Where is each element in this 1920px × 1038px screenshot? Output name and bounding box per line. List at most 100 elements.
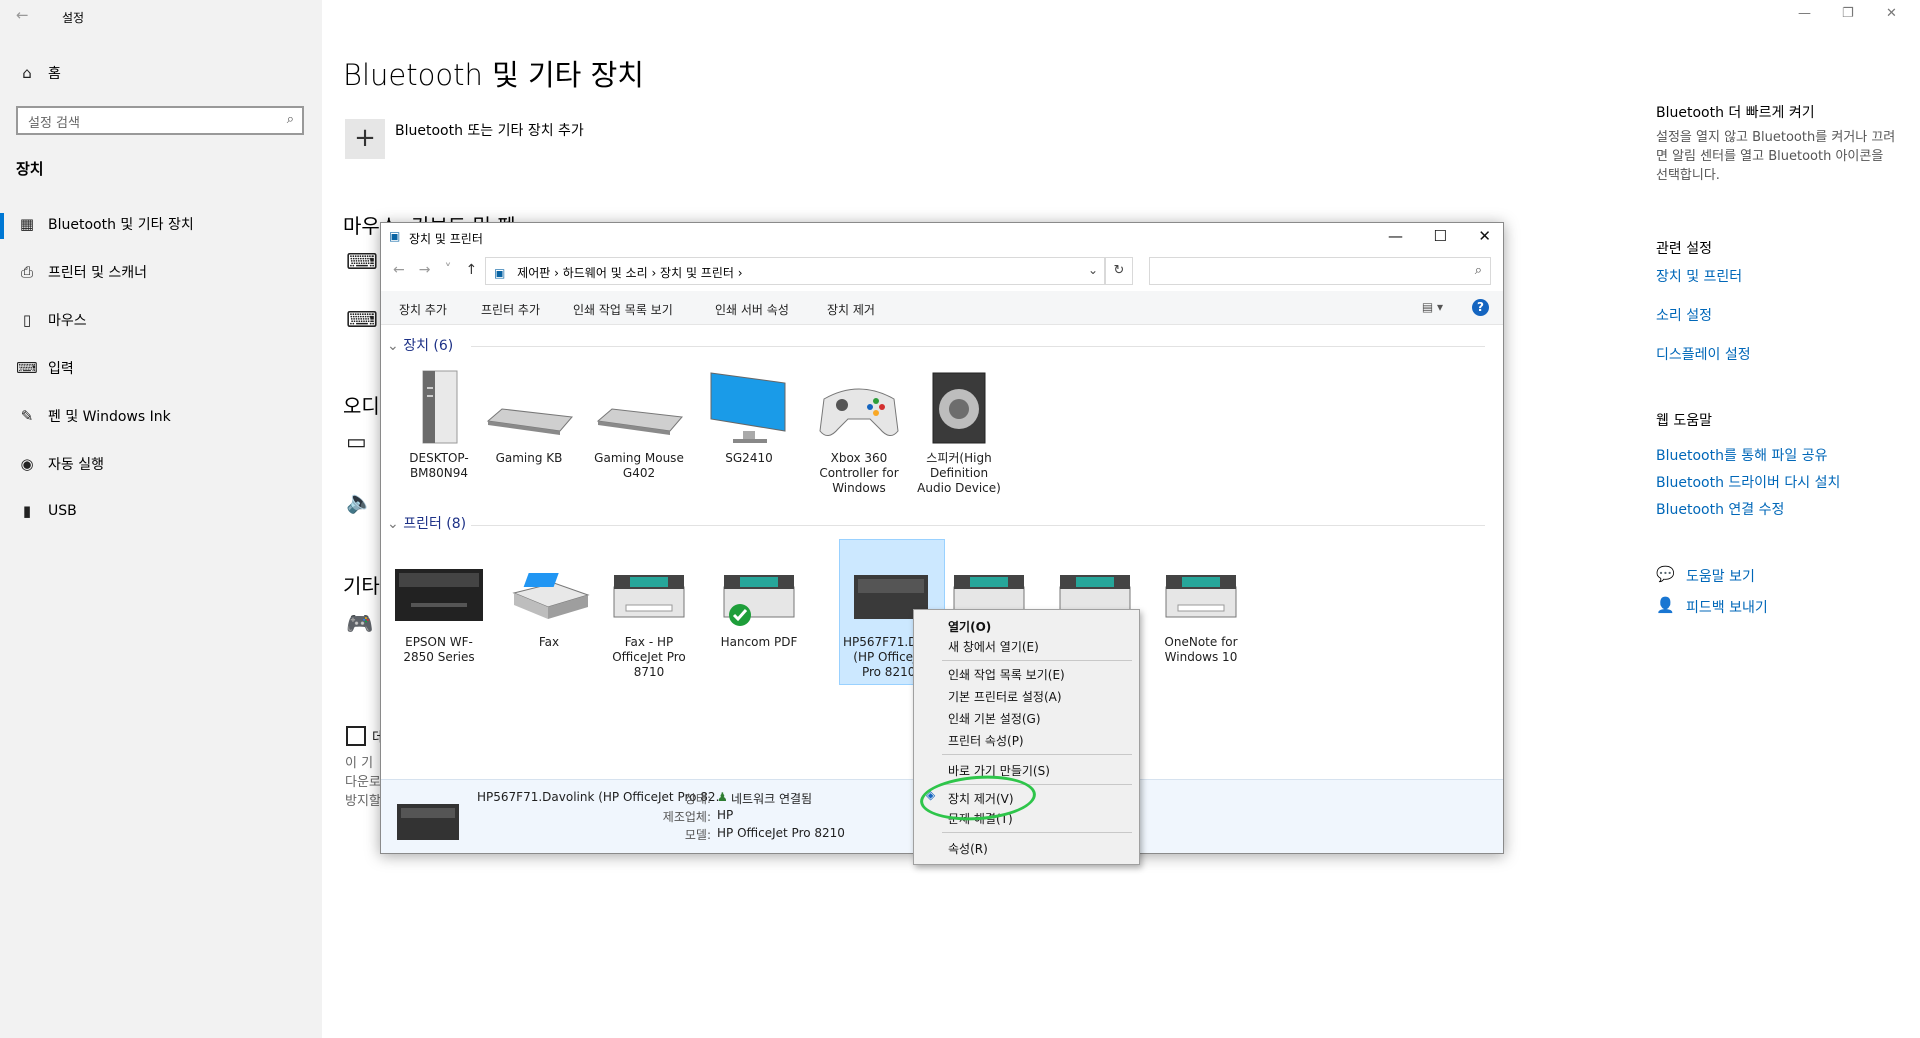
minimize-icon[interactable]: — [1798, 6, 1811, 21]
context-menu: 열기(O) 새 창에서 열기(E) 인쇄 작업 목록 보기(E) 기본 프린터로… [913, 609, 1140, 865]
sidebar-item-label: USB [48, 503, 77, 519]
sidebar-item-label: 마우스 [48, 313, 87, 329]
printer-onenote[interactable]: OneNote for Windows 10 [1153, 553, 1249, 665]
menu-set-default[interactable]: 기본 프린터로 설정(A) [948, 688, 1062, 705]
group-devices-label: 장치 (6) [403, 338, 454, 354]
printer-fax-hp[interactable]: Fax - HP OfficeJet Pro 8710 [601, 553, 697, 680]
sidebar-item-label: 자동 실행 [48, 457, 104, 473]
device-speaker[interactable]: 스피커(High Definition Audio Device) [911, 369, 1007, 496]
group-printers-label: 프린터 (8) [403, 516, 467, 532]
link-reinstall-driver[interactable]: Bluetooth 드라이버 다시 설치 [1656, 472, 1840, 492]
group-divider [471, 525, 1485, 526]
view-options-icon[interactable]: ▤ ▾ [1422, 300, 1443, 314]
quick-bluetooth-desc: 설정을 열지 않고 Bluetooth를 켜거나 끄려면 알림 센터를 열고 B… [1656, 130, 1896, 183]
device-gaming-mouse[interactable]: Gaming Mouse G402 [591, 369, 687, 481]
cmd-remove-device[interactable]: 장치 제거 [827, 301, 875, 318]
section-audio: 오디 [343, 394, 380, 418]
sidebar-item-usb[interactable]: ▮ USB [16, 502, 77, 520]
device-label: DESKTOP-BM80N94 [409, 451, 469, 480]
keyboard-icon: ⌨ [16, 359, 38, 377]
printer-epson[interactable]: EPSON WF-2850 Series [391, 553, 487, 665]
printer-fax[interactable]: Fax [501, 553, 597, 650]
device-desktop[interactable]: DESKTOP-BM80N94 [391, 369, 487, 481]
monitor-icon: ▭ [346, 430, 367, 455]
printer-hancom-pdf[interactable]: Hancom PDF [711, 553, 807, 650]
device-label: Gaming Mouse G402 [594, 451, 684, 480]
link-devices-printers[interactable]: 장치 및 프린터 [1656, 266, 1742, 286]
printer-label: Hancom PDF [720, 635, 798, 649]
printer-icon [1165, 575, 1237, 618]
monitor-icon [710, 372, 786, 443]
devices-printers-icon: ▣ [494, 266, 506, 280]
search-icon: ⌕ [1474, 263, 1482, 278]
printer-icon [395, 569, 483, 621]
sidebar-item-label: 펜 및 Windows Ink [48, 409, 171, 425]
link-fix-connection[interactable]: Bluetooth 연결 수정 [1656, 499, 1784, 519]
refresh-button[interactable]: ↻ [1105, 257, 1133, 285]
settings-search-input[interactable]: 설정 검색 ⌕ [16, 106, 304, 135]
add-device-label[interactable]: Bluetooth 또는 기타 장치 추가 [395, 120, 584, 140]
printer-label: Fax [538, 635, 560, 649]
web-help-title: 웹 도움말 [1656, 413, 1712, 429]
help-icon[interactable]: ? [1472, 299, 1489, 316]
device-xbox-controller[interactable]: Xbox 360 Controller for Windows [811, 369, 907, 496]
menu-printing-prefs[interactable]: 인쇄 기본 설정(G) [948, 710, 1041, 727]
minimize-icon[interactable]: — [1388, 227, 1403, 245]
group-devices[interactable]: ⌄ 장치 (6) [387, 335, 453, 355]
maximize-icon[interactable]: ☐ [1434, 227, 1447, 245]
sidebar-item-input[interactable]: ⌨ 입력 [16, 358, 74, 378]
menu-open[interactable]: 열기(O) [948, 618, 991, 635]
keyboard-icon [596, 408, 683, 435]
close-icon[interactable]: ✕ [1886, 6, 1897, 21]
menu-printer-props[interactable]: 프린터 속성(P) [948, 732, 1024, 749]
nav-back-forward-icon[interactable]: ←→˅↑ [393, 262, 491, 278]
sidebar-item-mouse[interactable]: ▯ 마우스 [16, 310, 87, 330]
address-bar[interactable]: ▣ 제어판 › 하드웨어 및 소리 › 장치 및 프린터 › ⌄ [485, 257, 1105, 285]
sidebar-item-bluetooth[interactable]: ▦ Bluetooth 및 기타 장치 [16, 214, 194, 234]
related-settings-title: 관련 설정 [1656, 241, 1712, 257]
section-other: 기타 [343, 574, 380, 598]
search-icon: ⌕ [286, 112, 294, 127]
back-arrow-icon[interactable]: ← [16, 6, 29, 24]
bluetooth-devices-icon: ▦ [19, 215, 35, 233]
sidebar-item-printers[interactable]: ⎙ 프린터 및 스캐너 [16, 262, 147, 282]
menu-properties[interactable]: 속성(R) [948, 840, 988, 857]
dp-search-input[interactable]: ⌕ [1149, 257, 1491, 285]
menu-separator [942, 660, 1132, 661]
details-maker-value: HP [717, 808, 734, 822]
menu-separator [942, 832, 1132, 833]
autoplay-icon: ◉ [20, 455, 34, 473]
metered-download-checkbox[interactable] [346, 726, 366, 746]
quick-bluetooth-title: Bluetooth 더 빠르게 켜기 [1656, 105, 1815, 121]
printer-icon [613, 575, 685, 618]
chevron-down-icon: ⌄ [387, 516, 399, 532]
device-gaming-kb[interactable]: Gaming KB [481, 369, 577, 466]
home-icon: ⌂ [22, 64, 32, 82]
close-icon[interactable]: ✕ [1478, 227, 1491, 245]
nav-home[interactable]: ⌂ 홈 [16, 63, 61, 83]
breadcrumb: 제어판 › 하드웨어 및 소리 › 장치 및 프린터 › [517, 266, 743, 280]
add-device-button[interactable]: + [345, 119, 385, 159]
keyboard-icon: ⌨ [346, 250, 378, 275]
link-display-settings[interactable]: 디스플레이 설정 [1656, 344, 1751, 364]
link-sound-settings[interactable]: 소리 설정 [1656, 305, 1712, 325]
link-share-files[interactable]: Bluetooth를 통해 파일 공유 [1656, 445, 1827, 465]
chevron-down-icon[interactable]: ⌄ [1088, 263, 1098, 277]
device-label: Xbox 360 Controller for Windows [819, 451, 899, 495]
menu-open-new-window[interactable]: 새 창에서 열기(E) [948, 638, 1039, 655]
cmd-print-server[interactable]: 인쇄 서버 속성 [715, 301, 789, 318]
cmd-add-device[interactable]: 장치 추가 [399, 301, 447, 318]
link-get-help[interactable]: 도움말 보기 [1686, 566, 1755, 586]
cmd-view-jobs[interactable]: 인쇄 작업 목록 보기 [573, 301, 673, 318]
group-printers[interactable]: ⌄ 프린터 (8) [387, 513, 466, 533]
cmd-add-printer[interactable]: 프린터 추가 [481, 301, 540, 318]
menu-view-jobs[interactable]: 인쇄 작업 목록 보기(E) [948, 666, 1065, 683]
device-sg2410[interactable]: SG2410 [701, 369, 797, 466]
sidebar-item-autoplay[interactable]: ◉ 자동 실행 [16, 454, 104, 474]
link-feedback[interactable]: 피드백 보내기 [1686, 597, 1768, 617]
restore-icon[interactable]: ❐ [1842, 6, 1854, 21]
network-icon: ♟ [717, 790, 728, 804]
sidebar-item-pen[interactable]: ✎ 펜 및 Windows Ink [16, 406, 171, 426]
window-title: 설정 [62, 11, 85, 25]
group-divider [471, 346, 1485, 347]
